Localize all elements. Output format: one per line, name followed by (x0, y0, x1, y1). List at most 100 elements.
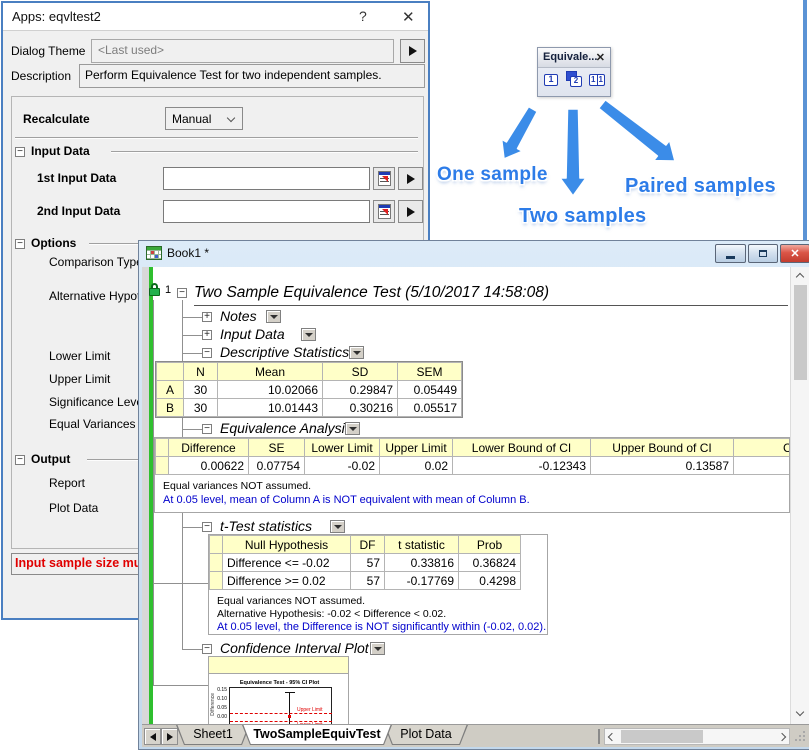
ttest-label: t-Test statistics (220, 518, 312, 534)
ttest-table: Null Hypothesis DF t statistic Prob Diff… (209, 535, 521, 590)
restore-icon (759, 250, 767, 257)
second-input-label: 2nd Input Data (37, 204, 120, 218)
plot-data-label: Plot Data (49, 501, 98, 515)
flyout-arrow-icon (407, 207, 415, 217)
ttest-collapse-icon[interactable]: − (202, 522, 212, 532)
minimize-button[interactable] (715, 244, 746, 263)
vertical-scrollbar[interactable] (790, 267, 809, 724)
report-collapse-icon[interactable]: − (177, 288, 187, 298)
ttest-note1: Equal variances NOT assumed. (217, 595, 365, 607)
paired-samples-button[interactable]: 1 1 (589, 74, 605, 86)
dropdown-icon (353, 351, 361, 355)
notes-dropdown-button[interactable] (266, 310, 281, 323)
second-input-field[interactable] (163, 200, 370, 223)
scroll-right-icon[interactable] (778, 733, 786, 741)
lock-icon (149, 283, 162, 297)
vertical-scroll-thumb[interactable] (794, 285, 807, 380)
tab-plot-data[interactable]: Plot Data (384, 725, 468, 745)
desc-stats-table: N Mean SD SEM A 30 10.02066 0.29847 0.05… (155, 361, 463, 418)
separator (15, 137, 418, 139)
toolbar-close-icon[interactable]: ✕ (596, 51, 605, 64)
second-input-flyout-button[interactable] (398, 200, 423, 223)
report-gutter (142, 267, 149, 724)
left-arrow-icon (150, 733, 156, 741)
error-bar-cap (285, 692, 295, 693)
desc-stats-label: Descriptive Statistics (220, 344, 349, 360)
splitter-handle[interactable] (598, 729, 600, 744)
scroll-up-icon[interactable] (796, 273, 804, 281)
output-collapse-icon[interactable]: − (15, 455, 25, 465)
help-icon[interactable]: ? (359, 8, 367, 24)
dropdown-icon (305, 333, 313, 337)
ci-plot-title: Equivalence Test - 95% CI Plot (209, 680, 349, 686)
dialog-theme-label: Dialog Theme (11, 44, 85, 58)
right-arrow-icon (167, 733, 173, 741)
comparison-type-label: Comparison Type (49, 255, 143, 269)
dropdown-icon (374, 647, 382, 651)
first-input-field[interactable] (163, 167, 370, 190)
ci-plot-collapse-icon[interactable]: − (202, 644, 212, 654)
red-arrow-icon (382, 176, 388, 182)
book1-window: Book1 * ✕ 1 − Two Sampl (138, 240, 809, 750)
window-close-icon[interactable]: ✕ (780, 244, 809, 263)
close-icon[interactable]: ✕ (402, 8, 415, 26)
table-header-row: N Mean SD SEM (157, 363, 462, 381)
input-data-dropdown-button[interactable] (301, 328, 316, 341)
one-sample-button[interactable]: 1 (544, 74, 558, 86)
first-input-picker-button[interactable] (373, 167, 395, 190)
output-section-label: Output (31, 452, 70, 466)
dialog-titlebar: Apps: eqvltest2 ? ✕ (3, 3, 428, 31)
two-samples-callout: Two samples (519, 205, 646, 228)
tab-scroll-right-button[interactable] (161, 728, 178, 745)
minimize-icon (726, 256, 735, 259)
tab-sheet1[interactable]: Sheet1 (176, 725, 250, 745)
second-input-picker-button[interactable] (373, 200, 395, 223)
first-input-flyout-button[interactable] (398, 167, 423, 190)
desc-stats-collapse-icon[interactable]: − (202, 348, 212, 358)
equiv-analysis-block: Difference SE Lower Limit Upper Limit Lo… (154, 437, 790, 513)
scroll-left-icon[interactable] (608, 733, 616, 741)
equiv-dropdown-button[interactable] (345, 422, 360, 435)
tab-scroll-left-button[interactable] (144, 728, 161, 745)
ttest-block: Null Hypothesis DF t statistic Prob Diff… (208, 534, 548, 635)
dialog-theme-flyout-button[interactable] (400, 39, 425, 63)
tab-two-sample-equiv-test[interactable]: TwoSampleEquivTest (242, 725, 392, 745)
equiv-table: Difference SE Lower Limit Upper Limit Lo… (155, 438, 790, 475)
input-data-label: Input Data (220, 326, 285, 342)
paired-samples-callout: Paired samples (625, 175, 776, 198)
equiv-collapse-icon[interactable]: − (202, 424, 212, 434)
recalculate-dropdown[interactable]: Manual (165, 107, 243, 130)
upper-limit-label: Upper Limit (49, 372, 110, 386)
scroll-down-icon[interactable] (796, 708, 804, 716)
flyout-arrow-icon (407, 174, 415, 184)
options-collapse-icon[interactable]: − (15, 239, 25, 249)
ttest-note2: Alternative Hypothesis: -0.02 < Differen… (217, 608, 446, 620)
input-data-expand-icon[interactable]: + (202, 330, 212, 340)
table-row: 0.00622 0.07754 -0.02 0.02 -0.12343 0.13… (156, 457, 791, 475)
resize-grip[interactable] (795, 731, 797, 733)
horizontal-scroll-thumb[interactable] (621, 730, 703, 743)
equiv-label: Equivalence Analysis (220, 420, 352, 436)
dialog-theme-input[interactable]: <Last used> (91, 39, 394, 63)
horizontal-scrollbar[interactable] (604, 728, 790, 745)
dialog-title: Apps: eqvltest2 (12, 9, 101, 24)
input-data-collapse-icon[interactable]: − (15, 147, 25, 157)
report-title: Two Sample Equivalence Test (5/10/2017 1… (194, 284, 549, 302)
dropdown-icon (334, 525, 342, 529)
sheet-tabbar: Sheet1 TwoSampleEquivTest Plot Data (142, 724, 809, 747)
notes-label: Notes (220, 308, 257, 324)
table-row: B 30 10.01443 0.30216 0.05517 (157, 399, 462, 417)
restore-button[interactable] (748, 244, 778, 263)
origin-workspace: Apps: eqvltest2 ? ✕ Dialog Theme <Last u… (0, 0, 809, 753)
description-label: Description (11, 69, 71, 83)
upper-limit-label: Upper Limit (297, 707, 323, 713)
arrow-to-two-samples (560, 109, 586, 196)
notes-expand-icon[interactable]: + (202, 312, 212, 322)
ci-plot-dropdown-button[interactable] (370, 642, 385, 655)
ttest-dropdown-button[interactable] (330, 520, 345, 533)
workbook-icon (146, 246, 162, 260)
two-samples-button[interactable]: 2 (566, 71, 584, 88)
toolbar-titlebar[interactable]: Equivale... ✕ (538, 48, 610, 68)
first-input-label: 1st Input Data (37, 171, 116, 185)
desc-stats-dropdown-button[interactable] (349, 346, 364, 359)
